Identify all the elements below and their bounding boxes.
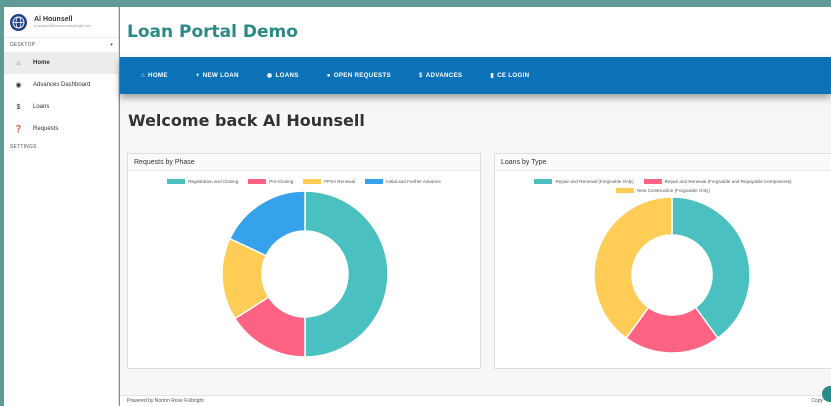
loans-by-type-card: Loans by Type Repair and Renewal (Forgiv… xyxy=(494,153,831,369)
circle-dollar-icon: ◉ xyxy=(266,72,273,79)
nav-open-requests[interactable]: ● OPEN REQUESTS xyxy=(327,72,391,79)
profile-email: al.hounsell@nortonrosefulbright.com xyxy=(34,23,92,28)
requests-by-phase-chart xyxy=(221,190,389,358)
nav-open-requests-label: OPEN REQUESTS xyxy=(333,72,391,79)
welcome-heading: Welcome back Al Hounsell xyxy=(128,111,365,130)
sidebar-item-label: Loans xyxy=(33,104,50,110)
sidebar-item-home[interactable]: ⌂ Home xyxy=(4,52,118,74)
sidebar: Al Hounsell al.hounsell@nortonrosefulbri… xyxy=(4,7,119,406)
nav-loans-label: LOANS xyxy=(275,72,299,79)
section-settings-label: SETTINGS xyxy=(10,144,37,150)
sidebar-item-label: Requests xyxy=(33,126,59,132)
dollar-icon: $ xyxy=(16,103,21,111)
nav-ce-login[interactable]: ▮ CE LOGIN xyxy=(490,72,529,79)
footer: Powered by Norton Rose Fulbright Copy xyxy=(120,395,831,406)
plus-icon: + xyxy=(195,72,200,79)
sidebar-item-label: Home xyxy=(33,60,50,66)
section-desktop[interactable]: DESKTOP ▾ xyxy=(4,38,118,52)
nav-new-loan-label: NEW LOAN xyxy=(202,72,239,79)
top-navbar: ⌂ HOME + NEW LOAN ◉ LOANS ● OPEN REQUESTS $ A… xyxy=(120,57,831,94)
chat-button[interactable] xyxy=(822,386,831,402)
sidebar-item-advances-dashboard[interactable]: ◉ Advances Dashboard xyxy=(4,74,118,96)
main-content: Loan Portal Demo ⌂ HOME + NEW LOAN ◉ LOANS … xyxy=(120,7,831,406)
section-desktop-label: DESKTOP xyxy=(10,42,36,48)
sidebar-item-label: Advances Dashboard xyxy=(33,82,91,88)
section-settings[interactable]: SETTINGS xyxy=(4,140,118,154)
profile[interactable]: Al Hounsell al.hounsell@nortonrosefulbri… xyxy=(4,7,118,38)
nav-advances[interactable]: $ ADVANCES xyxy=(419,72,462,79)
footer-copyright: Copy xyxy=(811,398,823,404)
home-icon: ⌂ xyxy=(141,72,146,79)
header: Loan Portal Demo xyxy=(120,7,831,57)
footer-powered-by: Powered by Norton Rose Fulbright xyxy=(127,398,204,404)
requests-by-phase-card: Requests by Phase Registration and Closi… xyxy=(127,153,481,369)
nav-home-label: HOME xyxy=(148,72,168,79)
nav-new-loan[interactable]: + NEW LOAN xyxy=(196,72,239,79)
app-title: Loan Portal Demo xyxy=(127,22,298,42)
loans-by-type-chart xyxy=(593,196,751,354)
question-circle-icon: ● xyxy=(326,72,331,79)
profile-name: Al Hounsell xyxy=(34,15,73,23)
sidebar-item-loans[interactable]: $ Loans xyxy=(4,96,118,118)
file-icon: ▮ xyxy=(490,72,495,79)
pie-slice[interactable] xyxy=(304,190,389,358)
dashboard-icon: ◉ xyxy=(15,82,22,89)
nav-loans[interactable]: ◉ LOANS xyxy=(267,72,299,79)
globe-icon xyxy=(12,16,25,28)
question-icon: ❓ xyxy=(14,126,23,133)
nav-home[interactable]: ⌂ HOME xyxy=(141,72,168,79)
nav-advances-label: ADVANCES xyxy=(425,72,463,79)
nav-ce-login-label: CE LOGIN xyxy=(497,72,530,79)
dollar-icon: $ xyxy=(418,72,423,79)
avatar xyxy=(10,13,27,31)
chevron-down-icon: ▾ xyxy=(110,42,113,48)
home-icon: ⌂ xyxy=(16,59,21,67)
sidebar-item-requests[interactable]: ❓ Requests xyxy=(4,118,118,140)
